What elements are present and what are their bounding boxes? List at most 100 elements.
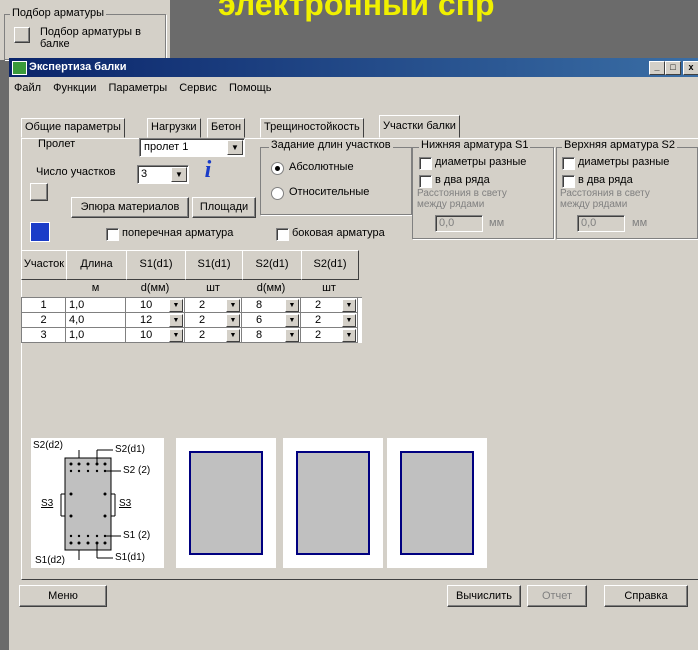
menu-bar: Файл Функции Параметры Сервис Помощь: [14, 82, 280, 94]
table-header: S2(d1): [301, 250, 359, 280]
chevron-down-icon[interactable]: ▼: [285, 314, 299, 327]
chevron-down-icon[interactable]: ▼: [169, 314, 183, 327]
absolute-radio[interactable]: [271, 162, 284, 175]
menu-functions[interactable]: Функции: [53, 82, 96, 94]
rebar-select-icon[interactable]: [14, 27, 30, 43]
chevron-down-icon[interactable]: ▼: [171, 167, 187, 182]
chevron-down-icon[interactable]: ▼: [226, 299, 240, 312]
label-s2-2: S2 (2): [123, 465, 151, 476]
table-cell[interactable]: 10 ▼: [126, 298, 185, 313]
menu-help[interactable]: Помощь: [229, 82, 272, 94]
bottom-gap-input[interactable]: 0,0: [435, 215, 483, 232]
menu-file[interactable]: Файл: [14, 82, 41, 94]
table-cell[interactable]: 1,0: [66, 298, 126, 313]
top-diff-diam-label: диаметры разные: [578, 156, 670, 168]
close-icon[interactable]: x: [683, 61, 698, 75]
help-button[interactable]: Справка: [604, 585, 688, 607]
cell-value: 12: [140, 314, 153, 326]
epure-button[interactable]: Эпюра материалов: [71, 197, 189, 218]
table-cell[interactable]: 8 ▼: [242, 328, 301, 343]
chevron-down-icon[interactable]: ▼: [226, 329, 240, 342]
menu-service[interactable]: Сервис: [179, 82, 217, 94]
table-cell[interactable]: 2 ▼: [301, 298, 358, 313]
section-shape: [189, 451, 263, 555]
cell-value: 2: [315, 299, 322, 311]
cell-value: 2: [199, 314, 206, 326]
span-select[interactable]: пролет 1 ▼: [139, 138, 245, 157]
chevron-down-icon[interactable]: ▼: [342, 299, 356, 312]
label-s3-left: S3: [41, 498, 54, 509]
span-value: пролет 1: [144, 141, 189, 153]
table-cell[interactable]: 10 ▼: [126, 328, 185, 343]
preview-icon[interactable]: [30, 183, 48, 201]
bottom-two-rows-checkbox[interactable]: [419, 175, 432, 188]
menu-parameters[interactable]: Параметры: [109, 82, 168, 94]
relative-radio[interactable]: [271, 187, 284, 200]
chevron-down-icon[interactable]: ▼: [169, 299, 183, 312]
menu-button[interactable]: Меню: [19, 585, 107, 607]
table-cell: 1: [22, 298, 66, 313]
chevron-down-icon[interactable]: ▼: [285, 299, 299, 312]
info-icon[interactable]: i: [197, 157, 219, 183]
table-cell[interactable]: 2 ▼: [185, 313, 242, 328]
table-cell[interactable]: 2 ▼: [185, 298, 242, 313]
top-gap-input[interactable]: 0,0: [577, 215, 625, 232]
cell-value: 2: [199, 299, 206, 311]
count-select[interactable]: 3 ▼: [137, 165, 189, 184]
section-preview-3: [387, 438, 487, 568]
chevron-down-icon[interactable]: ▼: [285, 329, 299, 342]
top-two-rows-label: в два ряда: [578, 174, 633, 186]
top-two-rows-checkbox[interactable]: [562, 175, 575, 188]
tab-loads[interactable]: Нагрузки: [147, 118, 201, 138]
table-cell[interactable]: 2 ▼: [301, 313, 358, 328]
beam-expertise-window: Экспертиза балки _ □ x Файл Функции Пара…: [9, 58, 698, 650]
title-bar[interactable]: Экспертиза балки _ □ x: [9, 58, 698, 77]
table-header: Длина: [66, 250, 127, 280]
cross-rebar-label: поперечная арматура: [122, 227, 234, 239]
chevron-down-icon[interactable]: ▼: [227, 140, 243, 155]
table-header: S2(d1): [242, 250, 302, 280]
top-diff-diam-checkbox[interactable]: [562, 157, 575, 170]
tab-general[interactable]: Общие параметры: [21, 118, 125, 138]
unit-label: м: [91, 282, 100, 294]
window-title: Экспертиза балки: [29, 61, 127, 73]
areas-button[interactable]: Площади: [192, 197, 256, 218]
table-cell[interactable]: 1,0: [66, 328, 126, 343]
chevron-down-icon[interactable]: ▼: [169, 329, 183, 342]
compute-button[interactable]: Вычислить: [447, 585, 521, 607]
count-label: Число участков: [36, 166, 116, 178]
table-cell: 2: [22, 313, 66, 328]
cell-value: 8: [256, 299, 263, 311]
span-label: Пролет: [38, 138, 76, 150]
maximize-icon[interactable]: □: [665, 61, 681, 75]
bottom-diff-diam-checkbox[interactable]: [419, 157, 432, 170]
bottom-two-rows-label: в два ряда: [435, 174, 490, 186]
side-rebar-checkbox[interactable]: [276, 228, 289, 241]
top-rebar-label: Верхняя арматура S2: [562, 139, 677, 151]
cell-value: 2: [315, 329, 322, 341]
table-cell[interactable]: 4,0: [66, 313, 126, 328]
table-body: 1 1,0 10 ▼ 2 ▼ 8 ▼ 2 ▼ 2 4,0 12 ▼ 2 ▼ 6 ▼ 2 ▼ 3 …: [21, 297, 362, 343]
background-item-label[interactable]: Подбор арматуры в балке: [40, 26, 160, 56]
table-cell[interactable]: 12 ▼: [126, 313, 185, 328]
table-header: S1(d1): [185, 250, 243, 280]
minimize-icon[interactable]: _: [649, 61, 665, 75]
label-s2d2: S2(d2): [33, 440, 64, 451]
tab-crack-resistance[interactable]: Трещиностойкость: [260, 118, 364, 138]
chevron-down-icon[interactable]: ▼: [226, 314, 240, 327]
sections-table: Участок Длина S1(d1) S1(d1) S2(d1) S2(d1…: [21, 250, 366, 343]
tab-beam-sections[interactable]: Участки балки: [379, 115, 460, 138]
grid-edit-icon[interactable]: [30, 222, 50, 242]
background-group-label: Подбор арматуры: [10, 7, 107, 19]
unit-label: d(мм): [140, 282, 170, 294]
tab-concrete[interactable]: Бетон: [207, 118, 246, 138]
table-cell[interactable]: 6 ▼: [242, 313, 301, 328]
chevron-down-icon[interactable]: ▼: [342, 329, 356, 342]
chevron-down-icon[interactable]: ▼: [342, 314, 356, 327]
table-cell[interactable]: 2 ▼: [185, 328, 242, 343]
table-cell[interactable]: 2 ▼: [301, 328, 358, 343]
top-gap-label-1: Расстояния в свету: [560, 188, 650, 199]
table-cell[interactable]: 8 ▼: [242, 298, 301, 313]
cross-rebar-checkbox[interactable]: [106, 228, 119, 241]
report-button[interactable]: Отчет: [527, 585, 587, 607]
